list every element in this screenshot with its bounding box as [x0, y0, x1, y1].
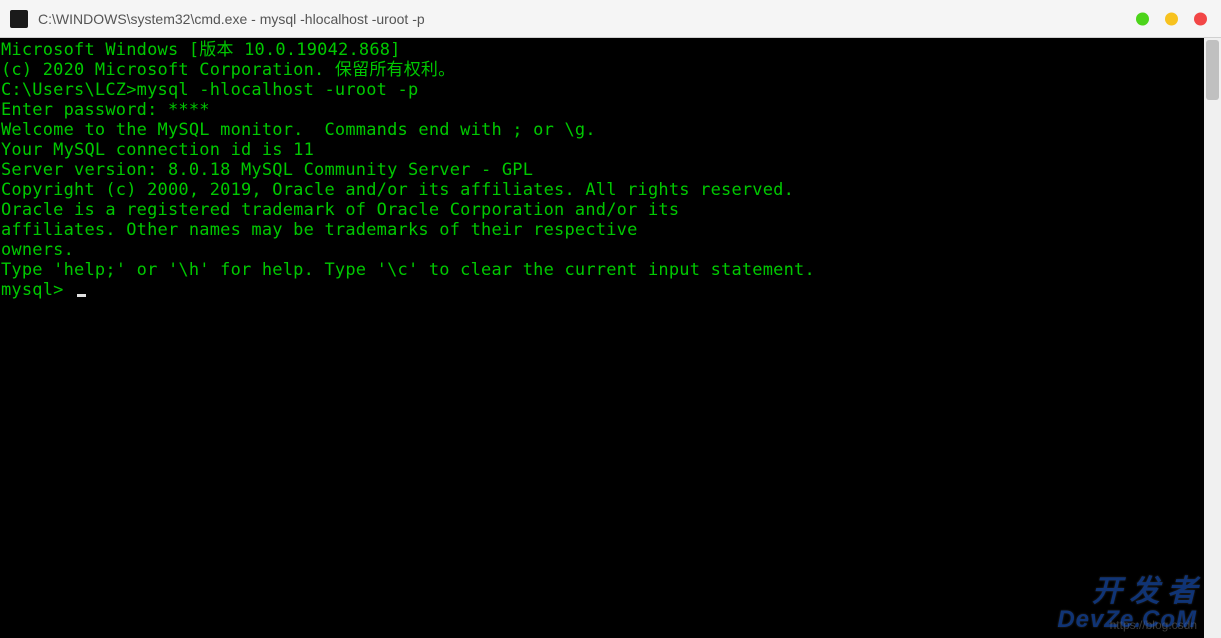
terminal-line: owners.: [1, 240, 1221, 260]
terminal-line: Type 'help;' or '\h' for help. Type '\c'…: [1, 260, 1221, 280]
terminal-line: Welcome to the MySQL monitor. Commands e…: [1, 120, 1221, 140]
scrollbar-track[interactable]: [1204, 38, 1221, 638]
footer-url: https://blog.csdn: [1110, 618, 1197, 632]
watermark-line1: 开 发 者: [1057, 566, 1197, 610]
close-button[interactable]: [1194, 12, 1207, 25]
terminal-line: affiliates. Other names may be trademark…: [1, 220, 1221, 240]
terminal-line: Server version: 8.0.18 MySQL Community S…: [1, 160, 1221, 180]
terminal-prompt-line: mysql>: [1, 280, 1221, 300]
terminal-line: Oracle is a registered trademark of Orac…: [1, 200, 1221, 220]
terminal-line: Your MySQL connection id is 11: [1, 140, 1221, 160]
minimize-button[interactable]: [1136, 12, 1149, 25]
terminal-area[interactable]: Microsoft Windows [版本 10.0.19042.868](c)…: [0, 38, 1221, 638]
cursor: [77, 294, 86, 297]
titlebar: C:\WINDOWS\system32\cmd.exe - mysql -hlo…: [0, 0, 1221, 38]
terminal-output: Microsoft Windows [版本 10.0.19042.868](c)…: [0, 38, 1221, 300]
terminal-line: Enter password: ****: [1, 100, 1221, 120]
terminal-line: C:\Users\LCZ>mysql -hlocalhost -uroot -p: [1, 80, 1221, 100]
terminal-line: Copyright (c) 2000, 2019, Oracle and/or …: [1, 180, 1221, 200]
maximize-button[interactable]: [1165, 12, 1178, 25]
window-controls: [1136, 12, 1207, 25]
cmd-icon: [10, 10, 28, 28]
window-title: C:\WINDOWS\system32\cmd.exe - mysql -hlo…: [38, 11, 425, 27]
terminal-line: (c) 2020 Microsoft Corporation. 保留所有权利。: [1, 60, 1221, 80]
terminal-line: Microsoft Windows [版本 10.0.19042.868]: [1, 40, 1221, 60]
scrollbar-thumb[interactable]: [1206, 40, 1219, 100]
